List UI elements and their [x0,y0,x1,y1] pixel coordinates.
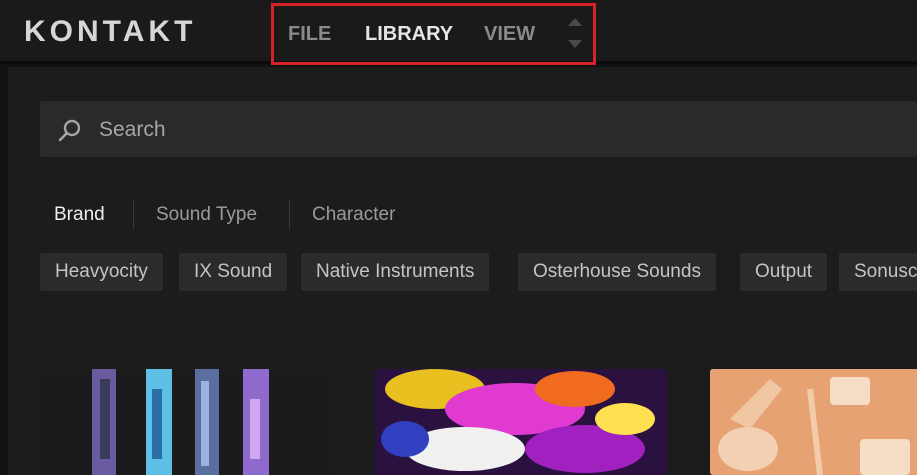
top-bar: KONTAKT FILE LIBRARY VIEW [0,0,917,65]
menu-scroll-arrows[interactable] [566,18,584,50]
brand-chip[interactable]: Output [740,253,828,291]
library-card-orange-instruments[interactable] [710,369,917,475]
tab-brand[interactable]: Brand [54,203,105,227]
tab-divider [289,199,290,229]
brand-chip[interactable]: Osterhouse Sounds [518,253,716,291]
library-panel: Brand Sound Type Character Heavyocity IX… [8,67,917,475]
card-artwork [375,369,667,475]
brand-chip[interactable]: Native Instruments [301,253,490,291]
kontakt-logo: KONTAKT [24,15,197,48]
chevron-down-icon[interactable] [568,40,582,48]
tab-divider [133,199,134,229]
chevron-up-icon[interactable] [568,18,582,26]
library-card-abstract-stripes[interactable] [40,369,332,475]
search-bar[interactable] [40,101,917,159]
brand-chips: Heavyocity IX Sound Native Instruments O… [40,253,917,293]
card-artwork [710,369,917,475]
menu-library[interactable]: LIBRARY [365,22,453,46]
tab-sound-type[interactable]: Sound Type [156,203,257,227]
card-artwork [40,369,332,475]
search-icon [58,119,81,142]
tab-character[interactable]: Character [312,203,395,227]
brand-chip[interactable]: IX Sound [179,253,288,291]
menu-view[interactable]: VIEW [484,22,535,46]
brand-chip[interactable]: Heavyocity [40,253,163,291]
brand-chip[interactable]: Sonuscore [839,253,917,291]
menu-file[interactable]: FILE [288,22,331,46]
library-card-neon-colors[interactable] [375,369,667,475]
search-input[interactable] [97,101,801,159]
